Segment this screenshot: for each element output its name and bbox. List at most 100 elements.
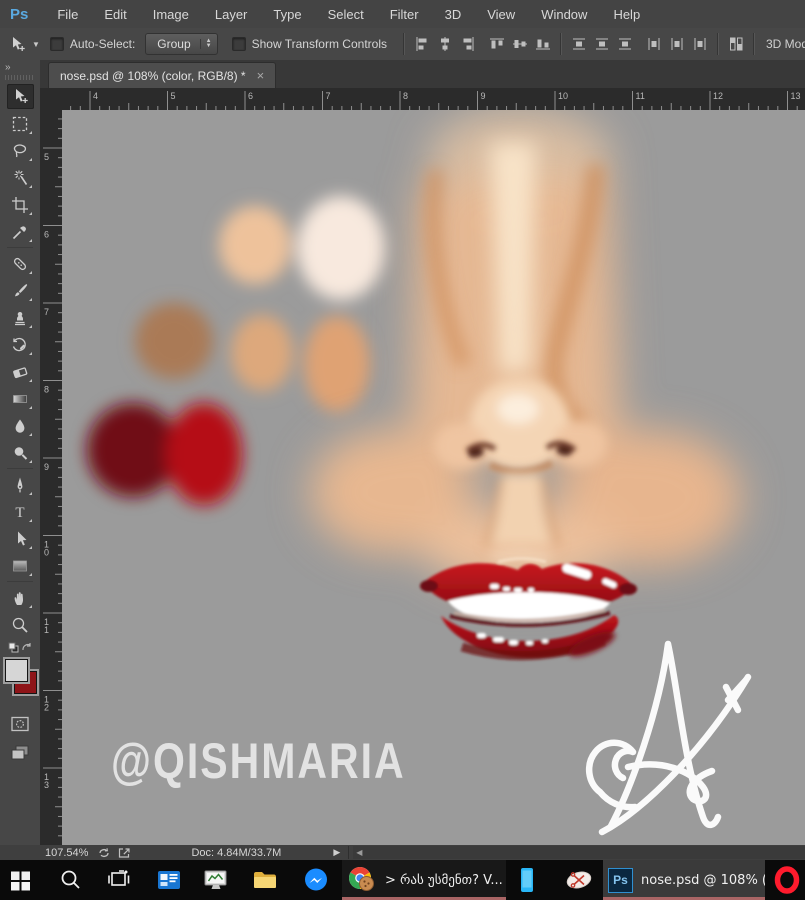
start-button[interactable] [6, 860, 36, 900]
document-tab-bar: nose.psd @ 108% (color, RGB/8) * × [40, 60, 805, 89]
document-tab[interactable]: nose.psd @ 108% (color, RGB/8) * × [48, 62, 276, 88]
svg-text:9: 9 [44, 462, 49, 472]
svg-text:0: 0 [44, 548, 49, 558]
spot-healing-brush-tool[interactable] [7, 251, 34, 276]
lasso-tool[interactable] [7, 138, 34, 163]
task-manager-icon [202, 867, 230, 893]
type-tool[interactable]: T [7, 499, 34, 524]
dodge-tool[interactable] [7, 440, 34, 465]
rectangle-shape-tool[interactable] [7, 553, 34, 578]
control-panel-button[interactable] [152, 860, 186, 900]
ruler-corner [40, 88, 63, 111]
move-tool[interactable] [7, 84, 34, 109]
menu-layer[interactable]: Layer [202, 1, 261, 28]
svg-text:9: 9 [481, 91, 486, 101]
auto-align-layers-button[interactable] [724, 33, 747, 55]
separator [403, 33, 404, 55]
rectangular-marquee-tool[interactable] [7, 111, 34, 136]
separator [7, 468, 33, 469]
photoshop-task[interactable]: Psnose.psd @ 108% (... [603, 860, 765, 900]
your-phone-button[interactable] [512, 860, 542, 900]
menu-image[interactable]: Image [140, 1, 202, 28]
toolbox-grip-icon[interactable] [5, 75, 35, 80]
collapse-panel-icon[interactable]: » [5, 62, 11, 73]
show-transform-label: Show Transform Controls [252, 37, 387, 51]
svg-text:12: 12 [713, 91, 723, 101]
task-view-button[interactable] [104, 860, 134, 900]
eyedropper-tool[interactable] [7, 219, 34, 244]
close-icon[interactable]: × [257, 69, 265, 82]
menu-edit[interactable]: Edit [91, 1, 139, 28]
brush-tool[interactable] [7, 278, 34, 303]
chrome-task[interactable]: > რას უსმენთ? V... [342, 860, 506, 900]
align-vertical-centers-button[interactable] [508, 33, 531, 55]
auto-select-checkbox[interactable] [50, 37, 64, 51]
current-tool-button[interactable]: ▼ [8, 35, 40, 54]
distribute-right-edges-button[interactable] [688, 33, 711, 55]
distribute-left-edges-button[interactable] [642, 33, 665, 55]
svg-text:T: T [15, 505, 24, 521]
menu-type[interactable]: Type [260, 1, 314, 28]
svg-text:5: 5 [171, 91, 176, 101]
chrome-task-label: > რას უსმენთ? V... [385, 873, 503, 888]
eraser-tool[interactable] [7, 359, 34, 384]
distribute-horizontal-centers-button[interactable] [665, 33, 688, 55]
foreground-color-swatch[interactable] [5, 659, 28, 682]
align-bottom-edges-button[interactable] [531, 33, 554, 55]
align-top-edges-button[interactable] [485, 33, 508, 55]
horizontal-scrollbar[interactable]: ◀ [353, 846, 805, 859]
menu-3d[interactable]: 3D [432, 1, 475, 28]
zoom-tool[interactable] [7, 612, 34, 637]
show-transform-checkbox[interactable] [232, 37, 246, 51]
control-panel-icon [156, 867, 182, 893]
default-and-swap-colors[interactable] [7, 641, 33, 655]
quick-mask-button[interactable] [7, 711, 34, 736]
auto-select-group-dropdown[interactable]: Group ▲▼ [145, 33, 217, 55]
toolbox: » T [0, 60, 41, 845]
snipping-tool-button[interactable] [560, 860, 598, 900]
pen-tool[interactable] [7, 472, 34, 497]
crop-tool[interactable] [7, 192, 34, 217]
zoom-level-field[interactable]: 107.54% [45, 847, 88, 859]
path-selection-tool[interactable] [7, 526, 34, 551]
distribute-vertical-centers-button[interactable] [590, 33, 613, 55]
blur-tool[interactable] [7, 413, 34, 438]
vertical-ruler[interactable]: 5678910111213 [40, 110, 63, 845]
menu-window[interactable]: Window [528, 1, 600, 28]
screen-mode-button[interactable] [7, 739, 34, 764]
document-canvas[interactable]: @QISHMARIA [62, 110, 805, 845]
share-icon[interactable] [116, 846, 132, 859]
3d-mode-label: 3D Mode [766, 37, 805, 51]
file-explorer-button[interactable] [248, 860, 282, 900]
messenger-button[interactable] [298, 860, 334, 900]
clone-stamp-tool[interactable] [7, 305, 34, 330]
menu-help[interactable]: Help [600, 1, 653, 28]
doc-size-info: Doc: 4.84M/33.7M [191, 847, 281, 859]
align-horizontal-centers-button[interactable] [433, 33, 456, 55]
align-left-edges-button[interactable] [410, 33, 433, 55]
menu-view[interactable]: View [474, 1, 528, 28]
hand-tool[interactable] [7, 585, 34, 610]
sync-icon[interactable] [96, 846, 112, 859]
svg-text:7: 7 [44, 307, 49, 317]
distribute-top-edges-button[interactable] [567, 33, 590, 55]
menu-file[interactable]: File [44, 1, 91, 28]
search-button[interactable] [56, 860, 86, 900]
chevron-down-icon: ▼ [32, 40, 40, 49]
opera-button[interactable] [770, 860, 804, 900]
menu-select[interactable]: Select [315, 1, 377, 28]
distribute-bottom-edges-button[interactable] [613, 33, 636, 55]
scroll-left-icon[interactable]: ◀ [356, 848, 362, 857]
quick-selection-tool[interactable] [7, 165, 34, 190]
photoshop-app-icon: Ps [608, 868, 633, 893]
svg-text:4: 4 [93, 91, 98, 101]
gradient-tool[interactable] [7, 386, 34, 411]
move-tool-icon [8, 35, 27, 54]
menu-filter[interactable]: Filter [377, 1, 432, 28]
tool-list: T [7, 83, 34, 638]
task-manager-button[interactable] [198, 860, 234, 900]
status-popup-arrow-icon[interactable]: ▶ [333, 847, 340, 858]
align-right-edges-button[interactable] [456, 33, 479, 55]
horizontal-ruler[interactable]: 45678910111213 [62, 88, 805, 111]
history-brush-tool[interactable] [7, 332, 34, 357]
